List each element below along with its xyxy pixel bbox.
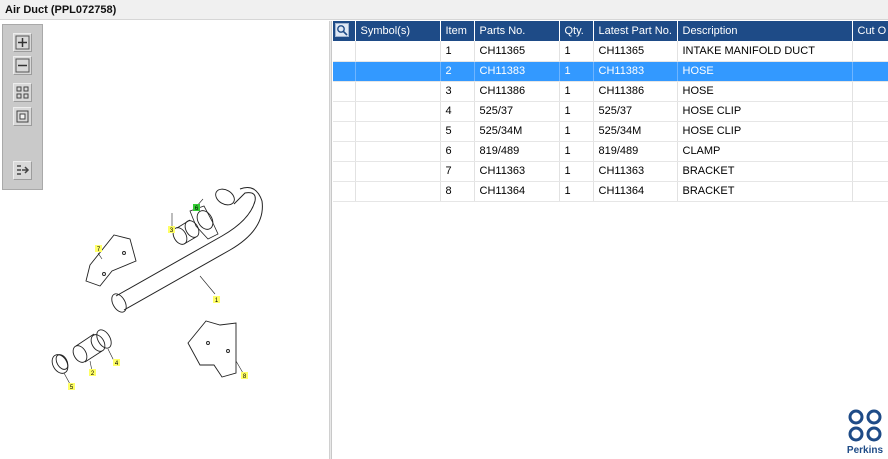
qty-cell: 1	[559, 61, 594, 82]
qty-cell: 1	[559, 121, 594, 142]
item-cell: 5	[440, 121, 475, 142]
column-header-item[interactable]: Item	[440, 21, 475, 41]
cut-off-cell	[852, 61, 888, 82]
find-icon	[335, 22, 349, 37]
row-marker-cell	[333, 101, 356, 122]
table-row[interactable]: 8 CH11364 1 CH11364 BRACKET	[333, 181, 888, 202]
cut-off-cell	[852, 81, 888, 102]
symbols-cell	[355, 161, 441, 182]
description-cell: HOSE CLIP	[677, 101, 853, 122]
description-cell: HOSE	[677, 81, 853, 102]
perkins-logo: Perkins	[845, 408, 885, 458]
part-no-cell: CH11386	[474, 81, 560, 102]
item-cell: 6	[440, 141, 475, 162]
row-marker-cell	[333, 161, 356, 182]
item-cell: 3	[440, 81, 475, 102]
latest-part-no-cell: CH11363	[593, 161, 678, 182]
symbols-cell	[355, 81, 441, 102]
column-header-find[interactable]	[333, 21, 356, 41]
symbols-cell	[355, 181, 441, 202]
symbols-cell	[355, 101, 441, 122]
row-marker-cell	[333, 61, 356, 82]
item-cell: 2	[440, 61, 475, 82]
row-marker-cell	[333, 121, 356, 142]
description-cell: INTAKE MANIFOLD DUCT	[677, 41, 853, 62]
cut-off-cell	[852, 41, 888, 62]
column-header-cut-off[interactable]: Cut O	[852, 21, 888, 41]
perkins-logo-mark	[848, 409, 882, 442]
latest-part-no-cell: 525/34M	[593, 121, 678, 142]
table-row[interactable]: 5 525/34M 1 525/34M HOSE CLIP	[333, 121, 888, 142]
pane-splitter[interactable]	[329, 21, 332, 459]
column-header-parts-no[interactable]: Parts No.	[474, 21, 560, 41]
table-row[interactable]: 1 CH11365 1 CH11365 INTAKE MANIFOLD DUCT	[333, 41, 888, 62]
latest-part-no-cell: CH11386	[593, 81, 678, 102]
cut-off-cell	[852, 101, 888, 122]
perkins-wordmark: Perkins	[846, 445, 884, 456]
qty-cell: 1	[559, 141, 594, 162]
column-header-description[interactable]: Description	[677, 21, 853, 41]
row-marker-cell	[333, 141, 356, 162]
description-cell: CLAMP	[677, 141, 853, 162]
latest-part-no-cell: 525/37	[593, 101, 678, 122]
description-cell: BRACKET	[677, 181, 853, 202]
table-row[interactable]: 7 CH11363 1 CH11363 BRACKET	[333, 161, 888, 182]
item-cell: 1	[440, 41, 475, 62]
description-cell: HOSE CLIP	[677, 121, 853, 142]
part-no-cell: CH11363	[474, 161, 560, 182]
qty-cell: 1	[559, 101, 594, 122]
qty-cell: 1	[559, 161, 594, 182]
table-header-row: Symbol(s) Item Parts No. Qty. Latest Par…	[333, 21, 888, 41]
parts-diagram: 1 2 3 4 5 6 7 8	[51, 187, 263, 391]
table-row[interactable]: 6 819/489 1 819/489 CLAMP	[333, 141, 888, 162]
part-no-cell: 525/34M	[474, 121, 560, 142]
part-no-cell: 819/489	[474, 141, 560, 162]
cut-off-cell	[852, 121, 888, 142]
latest-part-no-cell: 819/489	[593, 141, 678, 162]
latest-part-no-cell: CH11365	[593, 41, 678, 62]
item-cell: 8	[440, 181, 475, 202]
symbols-cell	[355, 121, 441, 142]
parts-table: Symbol(s) Item Parts No. Qty. Latest Par…	[333, 21, 888, 202]
item-cell: 7	[440, 161, 475, 182]
row-marker-cell	[333, 181, 356, 202]
cut-off-cell	[852, 181, 888, 202]
qty-cell: 1	[559, 181, 594, 202]
window-title: Air Duct (PPL072758)	[0, 0, 888, 20]
part-no-cell: CH11365	[474, 41, 560, 62]
part-no-cell: CH11364	[474, 181, 560, 202]
qty-cell: 1	[559, 41, 594, 62]
item-cell: 4	[440, 101, 475, 122]
symbols-cell	[355, 41, 441, 62]
qty-cell: 1	[559, 81, 594, 102]
column-header-latest-part-no[interactable]: Latest Part No.	[593, 21, 678, 41]
table-row[interactable]: 4 525/37 1 525/37 HOSE CLIP	[333, 101, 888, 122]
cut-off-cell	[852, 141, 888, 162]
part-no-cell: 525/37	[474, 101, 560, 122]
parts-table-pane: Symbol(s) Item Parts No. Qty. Latest Par…	[333, 21, 888, 459]
row-marker-cell	[333, 41, 356, 62]
symbols-cell	[355, 61, 441, 82]
part-no-cell: CH11383	[474, 61, 560, 82]
column-header-symbols[interactable]: Symbol(s)	[355, 21, 441, 41]
row-marker-cell	[333, 81, 356, 102]
diagram-pane[interactable]: 1 2 3 4 5 6 7 8	[0, 21, 329, 459]
table-row[interactable]: 3 CH11386 1 CH11386 HOSE	[333, 81, 888, 102]
latest-part-no-cell: CH11364	[593, 181, 678, 202]
latest-part-no-cell: CH11383	[593, 61, 678, 82]
table-row-selected[interactable]: 2 CH11383 1 CH11383 HOSE	[333, 61, 888, 82]
cut-off-cell	[852, 161, 888, 182]
symbols-cell	[355, 141, 441, 162]
column-header-qty[interactable]: Qty.	[559, 21, 594, 41]
description-cell: BRACKET	[677, 161, 853, 182]
description-cell: HOSE	[677, 61, 853, 82]
